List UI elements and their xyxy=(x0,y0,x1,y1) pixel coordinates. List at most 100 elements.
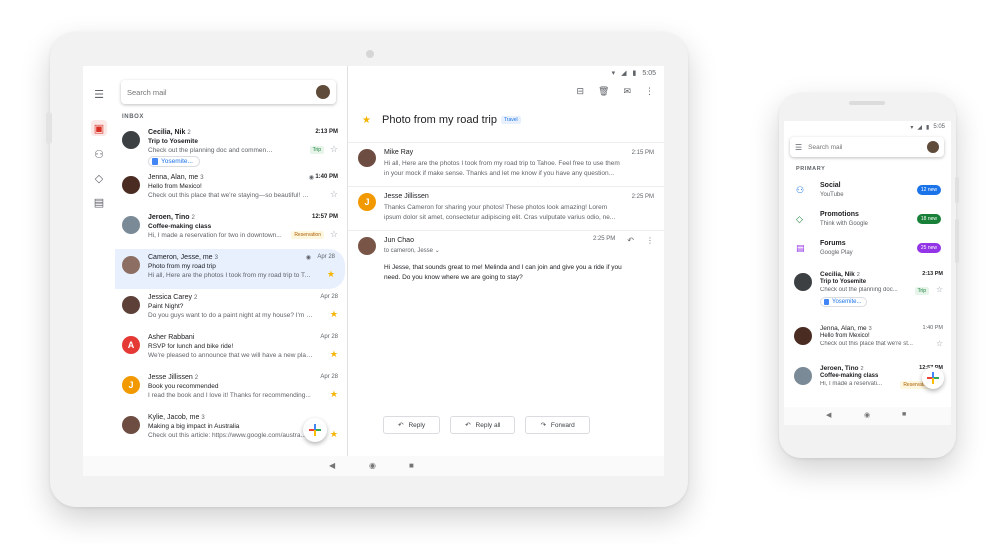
email-subject: Trip to Yosemite xyxy=(148,138,198,145)
email-row[interactable]: Cecilia, Nik 2 2:13 PM Trip to Yosemite C… xyxy=(784,267,951,319)
mail-icon[interactable]: ✉ xyxy=(623,86,631,97)
seen-icon: ◉ xyxy=(305,255,311,261)
category-name: Social xyxy=(820,182,841,189)
email-subject: Paint Night? xyxy=(148,303,184,310)
reply-icon: ↶ xyxy=(398,422,404,429)
email-subject: Coffee-making class xyxy=(148,223,212,230)
email-snippet: Check out this article: https://www.goog… xyxy=(148,432,306,439)
email-sender: Jenna, Alan, me 3 xyxy=(148,174,204,181)
system-nav-bar: ◀ ◉ ■ xyxy=(83,456,664,476)
email-sender: Jenna, Alan, me 3 xyxy=(820,325,872,332)
thread-message-expanded[interactable]: Jun Chao to cameron, Jesse ⌄ 2:25 PM ↶ ⋮… xyxy=(348,230,664,300)
star-icon[interactable]: ☆ xyxy=(330,229,338,240)
email-date: Apr 28 xyxy=(320,294,338,300)
reply-button[interactable]: ↶ Reply xyxy=(383,416,441,434)
star-icon[interactable]: ☆ xyxy=(330,189,338,200)
message-recipients[interactable]: to cameron, Jesse ⌄ xyxy=(384,247,440,254)
forward-button[interactable]: ↷ Forward xyxy=(525,416,590,434)
forum-icon: ▤ xyxy=(796,243,805,253)
search-bar[interactable]: ☰ xyxy=(790,137,944,157)
thread-message[interactable]: J Jesse Jillissen 2:25 PM Thanks Cameron… xyxy=(348,186,664,230)
doc-icon xyxy=(152,158,158,165)
primary-section-label: PRIMARY xyxy=(796,166,826,172)
account-avatar[interactable] xyxy=(927,141,939,153)
category-promotions[interactable]: ◇ Promotions Think with Google 18 new xyxy=(784,207,951,235)
attachment-chip[interactable]: Yosemite... xyxy=(820,297,868,307)
email-row[interactable]: Jeroen, Tino2 12:57 PM Coffee-making cla… xyxy=(115,209,347,249)
more-vert-icon[interactable]: ⋮ xyxy=(645,86,654,97)
email-date: 1:40 PM xyxy=(922,325,943,331)
search-input[interactable] xyxy=(808,143,921,151)
label-chip: Trip xyxy=(914,287,929,295)
email-row-selected[interactable]: Cameron, Jesse, me 3 ◉ Apr 28 Photo from … xyxy=(115,249,345,289)
star-icon[interactable]: ☆ xyxy=(330,144,338,155)
status-bar: ▾ ◢ ▮ 5:05 xyxy=(910,124,945,131)
inbox-icon[interactable]: ▣ xyxy=(91,120,107,136)
star-icon[interactable]: ★ xyxy=(362,115,371,126)
category-forums[interactable]: ▤ Forums Google Play 25 new xyxy=(784,236,951,264)
email-row[interactable]: Jenna, Alan, me 3 ◉ 1:40 PM Hello from Me… xyxy=(115,169,347,209)
reply-all-button[interactable]: ↶ Reply all xyxy=(450,416,516,434)
menu-icon[interactable]: ☰ xyxy=(91,86,107,102)
avatar xyxy=(122,176,140,194)
star-icon[interactable]: ★ xyxy=(330,309,338,320)
recents-icon[interactable]: ■ xyxy=(409,461,414,470)
avatar xyxy=(122,296,140,314)
reply-bar: ↶ Reply ↶ Reply all ↷ Forward xyxy=(383,416,590,434)
attachment-chip[interactable]: Yosemite... xyxy=(148,156,200,167)
email-subject: Coffee-making class xyxy=(820,373,879,379)
message-actions: 2:25 PM ↶ ⋮ xyxy=(593,236,654,245)
message-sender: Mike Ray xyxy=(384,149,414,156)
search-input[interactable] xyxy=(127,87,316,97)
message-time: 2:25 PM xyxy=(592,236,616,242)
search-bar[interactable] xyxy=(121,80,336,104)
star-icon[interactable]: ☆ xyxy=(936,285,943,294)
back-icon[interactable]: ◀ xyxy=(826,411,831,419)
star-icon[interactable]: ★ xyxy=(330,429,338,440)
email-date: 12:57 PM xyxy=(311,214,338,220)
account-avatar[interactable] xyxy=(316,85,330,99)
chevron-down-icon: ⌄ xyxy=(434,248,440,254)
star-icon[interactable]: ★ xyxy=(330,389,338,400)
label-icon[interactable]: ◇ xyxy=(91,170,107,186)
home-icon[interactable]: ◉ xyxy=(864,411,870,419)
menu-icon[interactable]: ☰ xyxy=(795,143,802,152)
star-icon[interactable]: ★ xyxy=(327,269,335,280)
travel-label-chip: Travel xyxy=(500,116,521,124)
navigation-rail: ☰ ▣ ⚇ ◇ ▤ xyxy=(83,66,115,456)
email-subject: Book you recommended xyxy=(148,383,219,390)
compose-button[interactable] xyxy=(303,418,327,442)
home-icon[interactable]: ◉ xyxy=(369,461,376,470)
delete-icon[interactable]: 🗑 xyxy=(598,86,609,97)
more-vert-icon[interactable]: ⋮ xyxy=(646,236,654,245)
email-sender: Cecilia, Nik 2 xyxy=(820,271,860,278)
email-snippet: Check out the planning doc and comment o… xyxy=(148,147,273,154)
email-row[interactable]: A Asher Rabbani Apr 28 RSVP for lunch an… xyxy=(115,329,347,369)
avatar: A xyxy=(122,336,140,354)
forward-icon: ↷ xyxy=(540,422,546,429)
people-icon[interactable]: ⚇ xyxy=(91,146,107,162)
email-row[interactable]: J Jesse Jillissen 2 Apr 28 Book you recom… xyxy=(115,369,347,409)
avatar: J xyxy=(122,376,140,394)
category-social[interactable]: ⚇ Social YouTube 12 new xyxy=(784,178,951,206)
archive-icon[interactable]: ⊟ xyxy=(576,86,584,97)
status-time: 5:05 xyxy=(933,124,945,130)
category-sub: Think with Google xyxy=(820,221,869,227)
compose-button[interactable] xyxy=(922,367,944,389)
compose-plus-icon xyxy=(309,424,321,436)
message-body: Hi all, Here are the photos I took from … xyxy=(384,160,620,177)
email-row[interactable]: Cecilia, Nik 2 2:13 PM Trip to Yosemite C… xyxy=(115,124,347,169)
star-icon[interactable]: ★ xyxy=(330,349,338,360)
thread-message[interactable]: Mike Ray 2:15 PM Hi all, Here are the ph… xyxy=(348,142,664,186)
chat-icon[interactable]: ▤ xyxy=(91,194,107,210)
recents-icon[interactable]: ■ xyxy=(902,411,906,418)
star-icon[interactable]: ☆ xyxy=(936,339,943,348)
email-row[interactable]: Jessica Carey 2 Apr 28 Paint Night? Do yo… xyxy=(115,289,347,329)
back-icon[interactable]: ◀ xyxy=(329,461,335,470)
reply-icon[interactable]: ↶ xyxy=(627,236,634,245)
email-sender: Jesse Jillissen 2 xyxy=(148,374,199,381)
battery-icon: ▮ xyxy=(926,125,930,131)
avatar xyxy=(794,273,812,291)
email-row[interactable]: Jenna, Alan, me 3 1:40 PM Hello from Mexi… xyxy=(784,321,951,365)
label-chip: Trip xyxy=(309,146,324,154)
